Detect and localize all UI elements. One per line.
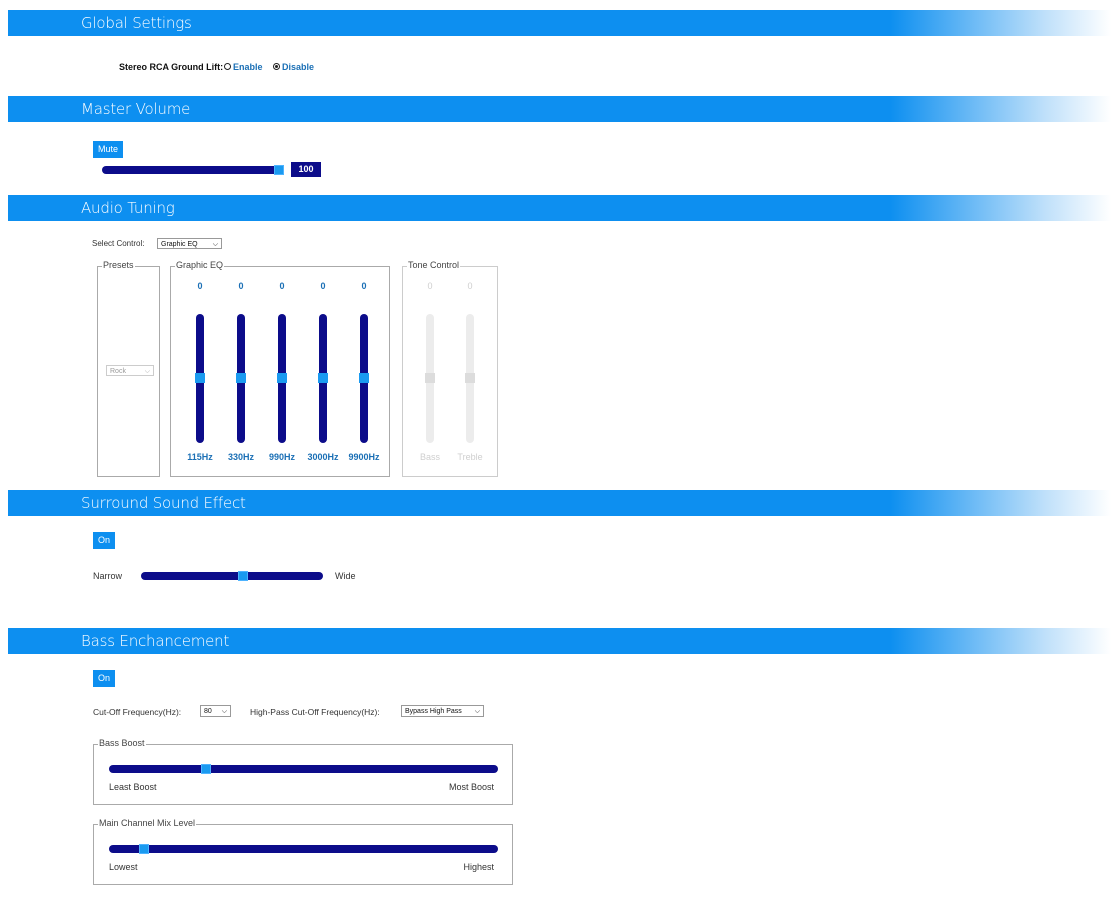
tone-label: Treble — [457, 452, 483, 462]
narrow-label: Narrow — [93, 571, 123, 581]
volume-value: 100 — [291, 162, 321, 177]
highpass-label: High-Pass Cut-Off Frequency(Hz): — [250, 707, 380, 717]
graphic-eq-group: Graphic EQ 0 115Hz 0 330Hz 0 990Hz 0 300… — [170, 260, 390, 477]
lowest-label: Lowest — [109, 862, 138, 872]
master-volume-slider-track[interactable] — [102, 166, 282, 174]
presets-legend: Presets — [102, 260, 135, 270]
eq-band-value: 0 — [320, 281, 326, 291]
bass-boost-legend: Bass Boost — [98, 738, 146, 748]
tone-control-group: Tone Control 0 Bass 0 Treble — [402, 260, 498, 477]
section-title: Bass Enchancement — [81, 632, 230, 650]
chevron-down-icon: ⌵ — [212, 241, 218, 248]
surround-on-button[interactable]: On — [93, 532, 116, 549]
section-header-bass: Bass Enchancement — [8, 628, 1111, 654]
section-title: Global Settings — [81, 14, 192, 32]
section-header-audio-tuning: Audio Tuning — [8, 195, 1111, 221]
eq-band-freq: 330Hz — [227, 452, 254, 462]
eq-band-slider-thumb[interactable] — [195, 373, 205, 383]
bass-boost-slider-track[interactable] — [109, 765, 498, 773]
highest-label: Highest — [463, 862, 494, 872]
eq-band-value: 0 — [238, 281, 244, 291]
section-title: Audio Tuning — [81, 199, 175, 217]
tone-label: Bass — [419, 452, 440, 462]
master-volume-slider-thumb[interactable] — [274, 165, 284, 175]
chevron-down-icon: ⌵ — [474, 708, 480, 715]
eq-band-freq: 3000Hz — [307, 452, 339, 462]
eq-band-value: 0 — [361, 281, 367, 291]
presets-group: Presets Rock ⌵ — [97, 260, 160, 477]
chevron-down-icon: ⌵ — [144, 368, 150, 375]
eq-band-value: 0 — [279, 281, 285, 291]
eq-band-freq: 115Hz — [187, 452, 213, 462]
eq-band-slider-thumb[interactable] — [318, 373, 328, 383]
cutoff-dropdown[interactable]: 80 ⌵ — [200, 705, 231, 717]
treble-slider-thumb[interactable] — [465, 373, 475, 383]
select-control-label: Select Control: — [92, 239, 145, 248]
bass-boost-group: Bass Boost Least Boost Most Boost — [93, 738, 513, 805]
preset-dropdown[interactable]: Rock ⌵ — [106, 365, 154, 376]
select-control-value: Graphic EQ — [161, 241, 198, 248]
mix-level-slider-track[interactable] — [109, 845, 498, 853]
tone-control-legend: Tone Control — [407, 260, 461, 270]
section-header-surround: Surround Sound Effect — [8, 490, 1111, 516]
mix-level-legend: Main Channel Mix Level — [98, 818, 197, 828]
bass-slider-thumb[interactable] — [425, 373, 435, 383]
eq-band-slider-thumb[interactable] — [359, 373, 369, 383]
ground-lift-label: Stereo RCA Ground Lift: — [119, 62, 224, 72]
eq-band-slider-thumb[interactable] — [236, 373, 246, 383]
disable-radio[interactable] — [273, 63, 280, 70]
eq-band-freq: 9900Hz — [348, 452, 380, 462]
surround-slider-track[interactable] — [141, 572, 323, 580]
mix-level-slider-thumb[interactable] — [139, 844, 149, 854]
eq-band-value: 0 — [197, 281, 203, 291]
cutoff-label: Cut-Off Frequency(Hz): — [93, 707, 182, 717]
highpass-value: Bypass High Pass — [405, 708, 462, 715]
most-boost-label: Most Boost — [448, 782, 494, 792]
section-header-global-settings: Global Settings — [8, 10, 1111, 36]
section-title: Surround Sound Effect — [81, 494, 246, 512]
enable-radio[interactable] — [224, 63, 231, 70]
preset-value: Rock — [110, 368, 126, 375]
cutoff-value: 80 — [204, 708, 212, 715]
graphic-eq-legend: Graphic EQ — [175, 260, 225, 270]
mix-level-group: Main Channel Mix Level Lowest Highest — [93, 818, 513, 885]
eq-band-freq: 990Hz — [268, 452, 295, 462]
least-boost-label: Least Boost — [109, 782, 157, 792]
highpass-dropdown[interactable]: Bypass High Pass ⌵ — [401, 705, 484, 717]
tone-value: 0 — [467, 281, 473, 291]
select-control-dropdown[interactable]: Graphic EQ ⌵ — [157, 238, 222, 249]
surround-slider-thumb[interactable] — [238, 571, 248, 581]
mute-button[interactable]: Mute — [93, 141, 124, 158]
section-header-master-volume: Master Volume — [8, 96, 1111, 122]
chevron-down-icon: ⌵ — [221, 708, 227, 715]
disable-label[interactable]: Disable — [282, 62, 314, 72]
bass-boost-slider-thumb[interactable] — [201, 764, 211, 774]
enable-label[interactable]: Enable — [233, 62, 263, 72]
section-title: Master Volume — [81, 100, 191, 118]
bass-on-button[interactable]: On — [93, 670, 116, 687]
eq-band-slider-thumb[interactable] — [277, 373, 287, 383]
tone-value: 0 — [427, 281, 433, 291]
wide-label: Wide — [335, 571, 356, 581]
